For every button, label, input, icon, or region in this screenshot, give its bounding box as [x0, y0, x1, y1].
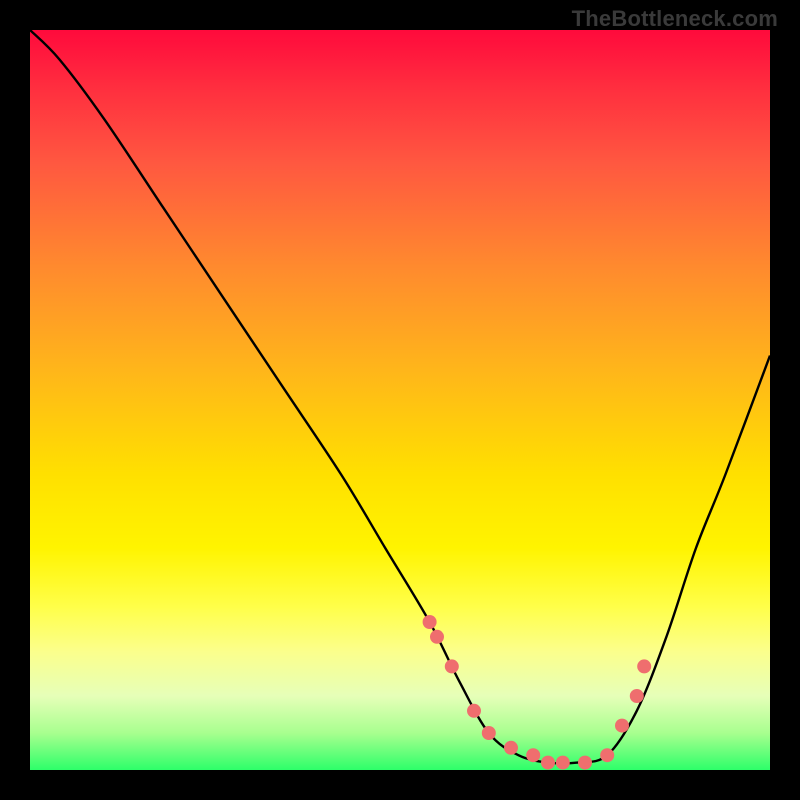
- curve-marker: [556, 756, 570, 770]
- curve-marker: [467, 704, 481, 718]
- plot-area: [30, 30, 770, 770]
- marker-group: [423, 615, 652, 770]
- curve-marker: [504, 741, 518, 755]
- curve-marker: [423, 615, 437, 629]
- curve-marker: [541, 756, 555, 770]
- curve-marker: [600, 748, 614, 762]
- watermark-text: TheBottleneck.com: [572, 6, 778, 32]
- chart-frame: TheBottleneck.com: [0, 0, 800, 800]
- curve-marker: [430, 630, 444, 644]
- curve-marker: [482, 726, 496, 740]
- bottleneck-curve: [30, 30, 770, 764]
- curve-marker: [630, 689, 644, 703]
- curve-marker: [578, 756, 592, 770]
- curve-marker: [615, 719, 629, 733]
- curve-marker: [526, 748, 540, 762]
- curve-marker: [637, 659, 651, 673]
- curve-layer: [30, 30, 770, 770]
- curve-marker: [445, 659, 459, 673]
